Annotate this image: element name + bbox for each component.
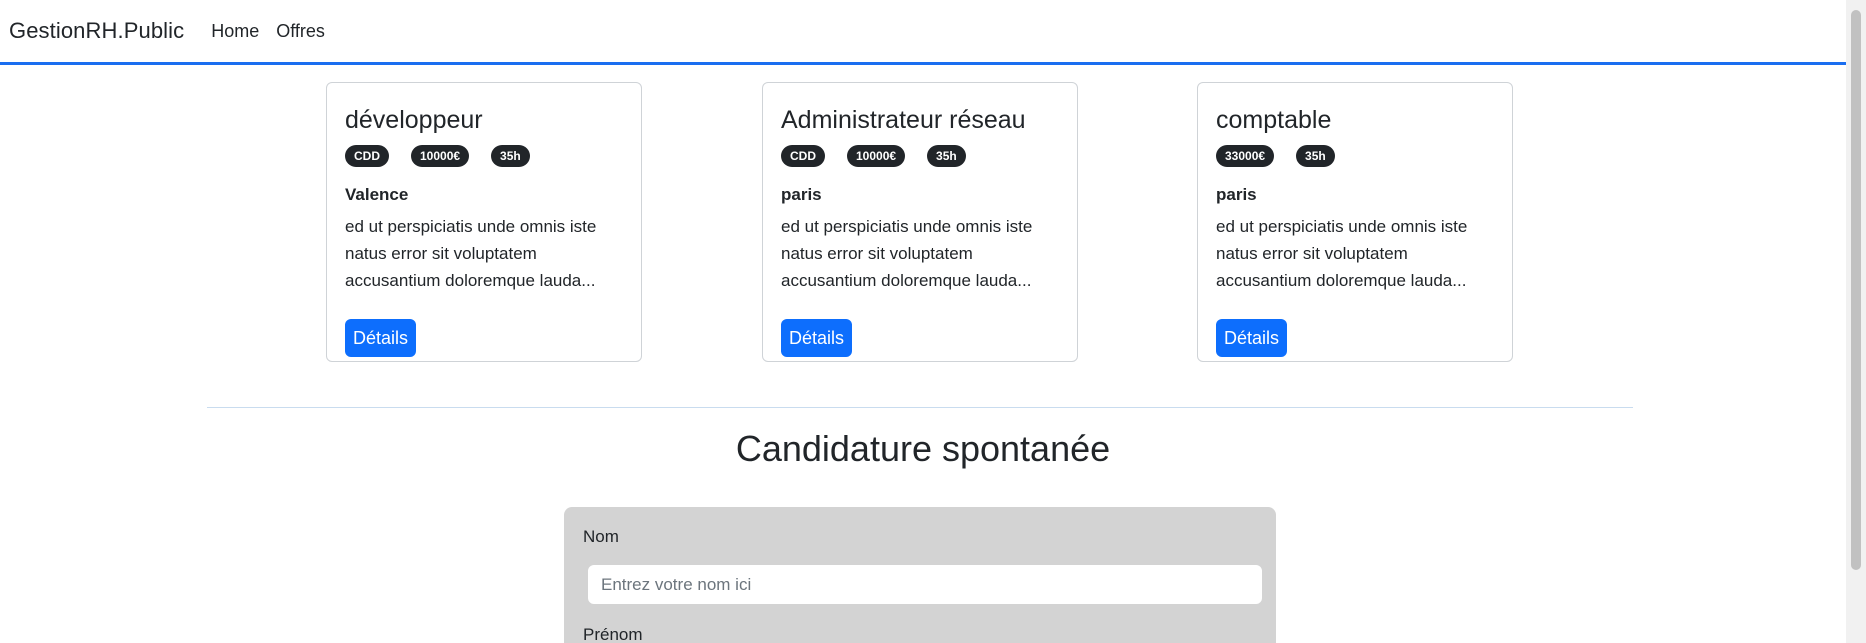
salary-badge: 10000€ [411, 145, 470, 167]
offer-title: Administrateur réseau [781, 106, 1026, 134]
hours-badge: 35h [927, 145, 966, 167]
contract-badge: CDD [345, 145, 389, 167]
brand-link[interactable]: GestionRH.Public [9, 18, 184, 44]
description-line: ed ut perspiciatis unde omnis iste [1216, 217, 1468, 236]
description-line: natus error sit voluptatem [781, 244, 973, 263]
description-line: natus error sit voluptatem [345, 244, 537, 263]
nav-link-home[interactable]: Home [211, 21, 259, 42]
offer-title: développeur [345, 106, 483, 134]
offer-card-developpeur: développeur CDD 10000€ 35h Valence ed ut… [326, 82, 642, 362]
nav-link-offres[interactable]: Offres [276, 21, 325, 42]
hours-badge: 35h [491, 145, 530, 167]
description-line: accusantium doloremque lauda... [1216, 271, 1467, 290]
offer-card-administrateur-reseau: Administrateur réseau CDD 10000€ 35h par… [762, 82, 1078, 362]
offer-badges: CDD 10000€ 35h [781, 145, 1059, 167]
vertical-scrollbar[interactable] [1846, 0, 1866, 643]
offer-badges: 33000€ 35h [1216, 145, 1494, 167]
description-line: ed ut perspiciatis unde omnis iste [781, 217, 1033, 236]
nom-label: Nom [583, 527, 619, 546]
offer-description: ed ut perspiciatis unde omnis iste natus… [781, 213, 1059, 294]
offer-location: paris [1216, 185, 1257, 204]
offer-description: ed ut perspiciatis unde omnis iste natus… [1216, 213, 1494, 294]
details-button[interactable]: Détails [345, 319, 417, 357]
description-line: accusantium doloremque lauda... [781, 271, 1032, 290]
nom-input[interactable] [588, 565, 1262, 604]
prenom-label: Prénom [583, 625, 643, 643]
details-button[interactable]: Détails [1216, 319, 1288, 357]
section-divider [207, 407, 1633, 408]
details-button[interactable]: Détails [781, 319, 853, 357]
navbar: GestionRH.Public Home Offres [0, 0, 1846, 65]
offer-location: Valence [345, 185, 409, 204]
description-line: ed ut perspiciatis unde omnis iste [345, 217, 597, 236]
offer-badges: CDD 10000€ 35h [345, 145, 623, 167]
description-line: natus error sit voluptatem [1216, 244, 1408, 263]
offer-location: paris [781, 185, 822, 204]
offer-card-comptable: comptable 33000€ 35h paris ed ut perspic… [1197, 82, 1513, 362]
offer-description: ed ut perspiciatis unde omnis iste natus… [345, 213, 623, 294]
hours-badge: 35h [1296, 145, 1335, 167]
salary-badge: 10000€ [847, 145, 906, 167]
application-form: Nom Prénom [564, 507, 1276, 643]
contract-badge: CDD [781, 145, 825, 167]
application-title: Candidature spontanée [735, 428, 1111, 469]
offer-title: comptable [1216, 106, 1332, 134]
description-line: accusantium doloremque lauda... [345, 271, 596, 290]
salary-badge: 33000€ [1216, 145, 1275, 167]
page: GestionRH.Public Home Offres développeur… [0, 0, 1866, 643]
scrollbar-thumb[interactable] [1851, 10, 1861, 570]
